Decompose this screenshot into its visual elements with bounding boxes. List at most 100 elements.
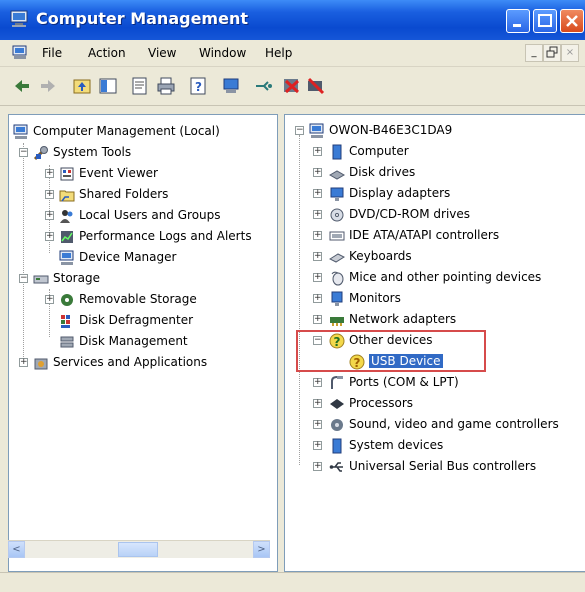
menu-action[interactable]: Action bbox=[88, 46, 126, 60]
expand-toggle[interactable]: + bbox=[313, 189, 322, 198]
expand-toggle[interactable]: + bbox=[313, 378, 322, 387]
disk-drive-icon bbox=[329, 169, 345, 180]
expand-toggle[interactable]: + bbox=[313, 315, 322, 324]
device-category-keyboards[interactable]: Keyboards bbox=[329, 246, 412, 266]
mdi-restore-button[interactable] bbox=[543, 44, 561, 62]
device-category-label: Keyboards bbox=[349, 249, 412, 263]
expand-toggle[interactable]: + bbox=[313, 294, 322, 303]
tree-node-disk-management[interactable]: Disk Management bbox=[59, 331, 188, 351]
device-category-mice[interactable]: Mice and other pointing devices bbox=[329, 267, 541, 287]
expand-toggle[interactable]: + bbox=[313, 399, 322, 408]
device-category-dvd-cdrom[interactable]: DVD/CD-ROM drives bbox=[329, 204, 470, 224]
port-icon bbox=[331, 375, 343, 389]
tree-node-label: Device Manager bbox=[79, 250, 177, 264]
update-driver-icon[interactable] bbox=[254, 76, 274, 96]
device-manager-icon bbox=[59, 250, 74, 265]
expand-toggle[interactable]: + bbox=[313, 252, 322, 261]
expand-toggle[interactable]: + bbox=[45, 232, 54, 241]
device-category-label: DVD/CD-ROM drives bbox=[349, 207, 471, 221]
expand-toggle[interactable]: + bbox=[313, 210, 322, 219]
print-icon[interactable] bbox=[156, 76, 176, 96]
tree-node-performance-logs[interactable]: Performance Logs and Alerts bbox=[59, 226, 252, 246]
minimize-button[interactable] bbox=[506, 9, 530, 33]
device-category-usb-controllers[interactable]: Universal Serial Bus controllers bbox=[329, 456, 536, 476]
system-menu-icon[interactable] bbox=[12, 45, 28, 60]
close-button[interactable] bbox=[560, 9, 584, 33]
tree-node-root-computer[interactable]: OWON-B46E3C1DA9 bbox=[309, 120, 452, 140]
horizontal-scrollbar[interactable]: < > bbox=[8, 540, 270, 558]
maximize-button[interactable] bbox=[533, 9, 557, 33]
expand-toggle[interactable]: + bbox=[45, 169, 54, 178]
scroll-thumb[interactable] bbox=[118, 542, 158, 557]
menu-help[interactable]: Help bbox=[265, 46, 292, 60]
device-category-disk-drives[interactable]: Disk drives bbox=[329, 162, 415, 182]
device-category-label: Monitors bbox=[349, 291, 401, 305]
device-category-system-devices[interactable]: System devices bbox=[329, 435, 443, 455]
console-tree-pane[interactable]: Computer Management (Local) − System Too… bbox=[8, 114, 278, 572]
expand-toggle[interactable]: + bbox=[45, 295, 54, 304]
device-category-processors[interactable]: Processors bbox=[329, 393, 413, 413]
device-category-sound[interactable]: Sound, video and game controllers bbox=[329, 414, 559, 434]
device-category-label: Universal Serial Bus controllers bbox=[349, 459, 537, 473]
uninstall-icon[interactable] bbox=[282, 76, 302, 96]
status-bar bbox=[0, 572, 585, 592]
forward-icon[interactable] bbox=[38, 76, 58, 96]
expand-toggle[interactable]: + bbox=[45, 190, 54, 199]
services-icon bbox=[34, 358, 48, 369]
cdrom-icon bbox=[330, 208, 344, 221]
device-category-label: Processors bbox=[349, 396, 414, 410]
window-title: Computer Management bbox=[36, 9, 248, 28]
tree-node-shared-folders[interactable]: Shared Folders bbox=[59, 184, 168, 204]
device-category-network-adapters[interactable]: Network adapters bbox=[329, 309, 456, 329]
expand-toggle[interactable]: + bbox=[313, 147, 322, 156]
tree-node-system-tools[interactable]: System Tools bbox=[33, 142, 131, 162]
menu-file[interactable]: File bbox=[42, 46, 62, 60]
disable-icon[interactable] bbox=[306, 76, 326, 96]
tree-node-computer-management[interactable]: Computer Management (Local) bbox=[13, 121, 220, 141]
device-category-computer[interactable]: Computer bbox=[329, 141, 409, 161]
back-icon[interactable] bbox=[12, 76, 32, 96]
monitor-icon bbox=[331, 291, 343, 306]
tree-node-device-manager[interactable]: Device Manager bbox=[59, 247, 176, 267]
menu-window[interactable]: Window bbox=[199, 46, 246, 60]
expand-toggle[interactable]: + bbox=[313, 441, 322, 450]
tree-node-disk-defragmenter[interactable]: Disk Defragmenter bbox=[59, 310, 193, 330]
device-category-display-adapters[interactable]: Display adapters bbox=[329, 183, 450, 203]
expand-toggle[interactable]: + bbox=[313, 231, 322, 240]
expand-toggle[interactable]: + bbox=[19, 358, 28, 367]
tree-node-storage[interactable]: Storage bbox=[33, 268, 100, 288]
mdi-minimize-button[interactable]: _ bbox=[525, 44, 543, 62]
tree-guide-line bbox=[299, 135, 300, 465]
tree-node-local-users[interactable]: Local Users and Groups bbox=[59, 205, 221, 225]
tree-node-label: Performance Logs and Alerts bbox=[79, 229, 252, 243]
users-icon bbox=[60, 209, 73, 223]
show-hide-tree-icon[interactable] bbox=[98, 76, 118, 96]
expand-toggle[interactable]: + bbox=[313, 273, 322, 282]
up-folder-icon[interactable] bbox=[72, 76, 92, 96]
collapse-toggle[interactable]: − bbox=[19, 274, 28, 283]
device-category-ports[interactable]: Ports (COM & LPT) bbox=[329, 372, 459, 392]
scroll-left-button[interactable]: < bbox=[8, 541, 25, 558]
device-category-label: Display adapters bbox=[349, 186, 451, 200]
help-icon[interactable]: ? bbox=[188, 76, 208, 96]
menu-bar: File Action View Window Help _ × bbox=[0, 40, 585, 67]
properties-icon[interactable] bbox=[130, 76, 150, 96]
expand-toggle[interactable]: + bbox=[45, 211, 54, 220]
menu-view[interactable]: View bbox=[148, 46, 176, 60]
expand-toggle[interactable]: + bbox=[313, 462, 322, 471]
scroll-right-button[interactable]: > bbox=[253, 541, 270, 558]
tree-node-services-applications[interactable]: Services and Applications bbox=[33, 352, 207, 372]
mdi-controls: _ × bbox=[525, 44, 585, 62]
expand-toggle[interactable]: + bbox=[313, 168, 322, 177]
tree-node-label: Storage bbox=[53, 271, 100, 285]
title-bar[interactable]: Computer Management bbox=[0, 0, 585, 40]
device-category-ide-controllers[interactable]: IDE ATA/ATAPI controllers bbox=[329, 225, 499, 245]
scan-hardware-icon[interactable] bbox=[222, 76, 242, 96]
collapse-toggle[interactable]: − bbox=[295, 126, 304, 135]
tree-node-removable-storage[interactable]: Removable Storage bbox=[59, 289, 197, 309]
mdi-close-button[interactable]: × bbox=[561, 44, 579, 62]
expand-toggle[interactable]: + bbox=[313, 420, 322, 429]
tree-node-event-viewer[interactable]: Event Viewer bbox=[59, 163, 158, 183]
device-category-monitors[interactable]: Monitors bbox=[329, 288, 401, 308]
collapse-toggle[interactable]: − bbox=[19, 148, 28, 157]
